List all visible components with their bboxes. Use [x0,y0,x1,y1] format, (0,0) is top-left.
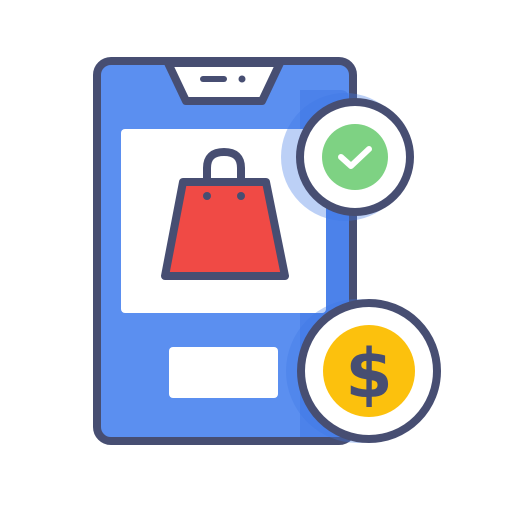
bag-body [161,178,289,280]
bag-rivet-left [203,192,211,200]
dollar-sign: $ [345,335,392,414]
check-badge-inner [322,124,388,190]
front-camera [238,75,246,83]
bag-rivet-right [237,192,245,200]
mobile-shopping-payment-illustration: $ [0,0,512,512]
dollar-coin-icon: $ [286,299,441,443]
phone-action-button[interactable] [169,347,278,398]
checkmark-badge-icon [281,93,414,221]
illustration-svg: $ [93,57,441,445]
